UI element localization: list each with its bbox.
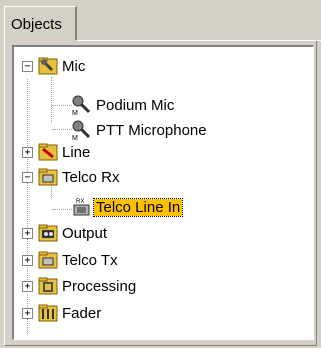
tree-item-label: Telco Line In	[92, 197, 184, 217]
tab-objects[interactable]: Objects	[4, 6, 77, 40]
tree-item-label: Mic	[62, 57, 86, 75]
tree-item-telco-tx[interactable]: Telco Tx	[38, 247, 118, 273]
tree-item-label: Telco Tx	[62, 251, 118, 269]
tab-objects-label: Objects	[11, 16, 62, 33]
svg-text:M: M	[72, 110, 78, 115]
expander-telco-tx[interactable]: +	[22, 255, 33, 266]
tree-root-line	[27, 79, 28, 334]
microphone-icon: M	[72, 120, 91, 140]
expander-line[interactable]: +	[22, 147, 33, 158]
tree-item-podium-mic[interactable]: M Podium Mic	[72, 92, 174, 118]
tree-item-line[interactable]: Line	[38, 139, 90, 165]
telco-rx-folder-icon	[38, 168, 58, 186]
processing-folder-icon	[38, 277, 58, 295]
tab-strip-line	[77, 40, 321, 41]
tree-connector	[52, 105, 72, 106]
expander-processing[interactable]: +	[22, 281, 33, 292]
tree-connector	[52, 129, 72, 130]
tree-item-label: Processing	[62, 277, 137, 295]
tree-connector	[52, 209, 72, 210]
tree-item-telco-line-in[interactable]: RX Telco Line In	[72, 194, 184, 220]
telco-rx-icon: RX	[73, 199, 90, 216]
tree-item-label: PTT Microphone	[96, 121, 207, 139]
tree-item-mic[interactable]: Mic	[38, 53, 85, 79]
tree-mic-line	[51, 77, 52, 123]
telco-tx-folder-icon	[38, 251, 58, 269]
tree-item-label: Fader	[62, 304, 102, 322]
mic-folder-icon	[38, 57, 58, 75]
microphone-icon: M	[72, 95, 91, 115]
svg-text:RX: RX	[76, 199, 84, 205]
tree-item-ptt-microphone[interactable]: M PTT Microphone	[72, 117, 207, 143]
fader-folder-icon	[38, 304, 58, 322]
tree-item-processing[interactable]: Processing	[38, 273, 136, 299]
expander-mic[interactable]: −	[22, 61, 33, 72]
tree-item-telco-rx[interactable]: Telco Rx	[38, 164, 120, 190]
tree-item-output[interactable]: Output	[38, 220, 107, 246]
line-folder-icon	[38, 143, 58, 161]
object-tree[interactable]: − Mic M Podium Mic M PTT Microphone + Li…	[12, 45, 314, 340]
objects-panel: − Mic M Podium Mic M PTT Microphone + Li…	[4, 40, 317, 346]
output-folder-icon	[38, 224, 58, 242]
tree-item-fader[interactable]: Fader	[38, 300, 101, 326]
expander-output[interactable]: +	[22, 228, 33, 239]
expander-telco-rx[interactable]: −	[22, 172, 33, 183]
tree-item-label: Output	[62, 224, 108, 242]
tree-item-label: Telco Rx	[62, 168, 120, 186]
tree-item-label: Line	[62, 143, 91, 161]
tree-item-label: Podium Mic	[96, 96, 175, 114]
expander-fader[interactable]: +	[22, 308, 33, 319]
